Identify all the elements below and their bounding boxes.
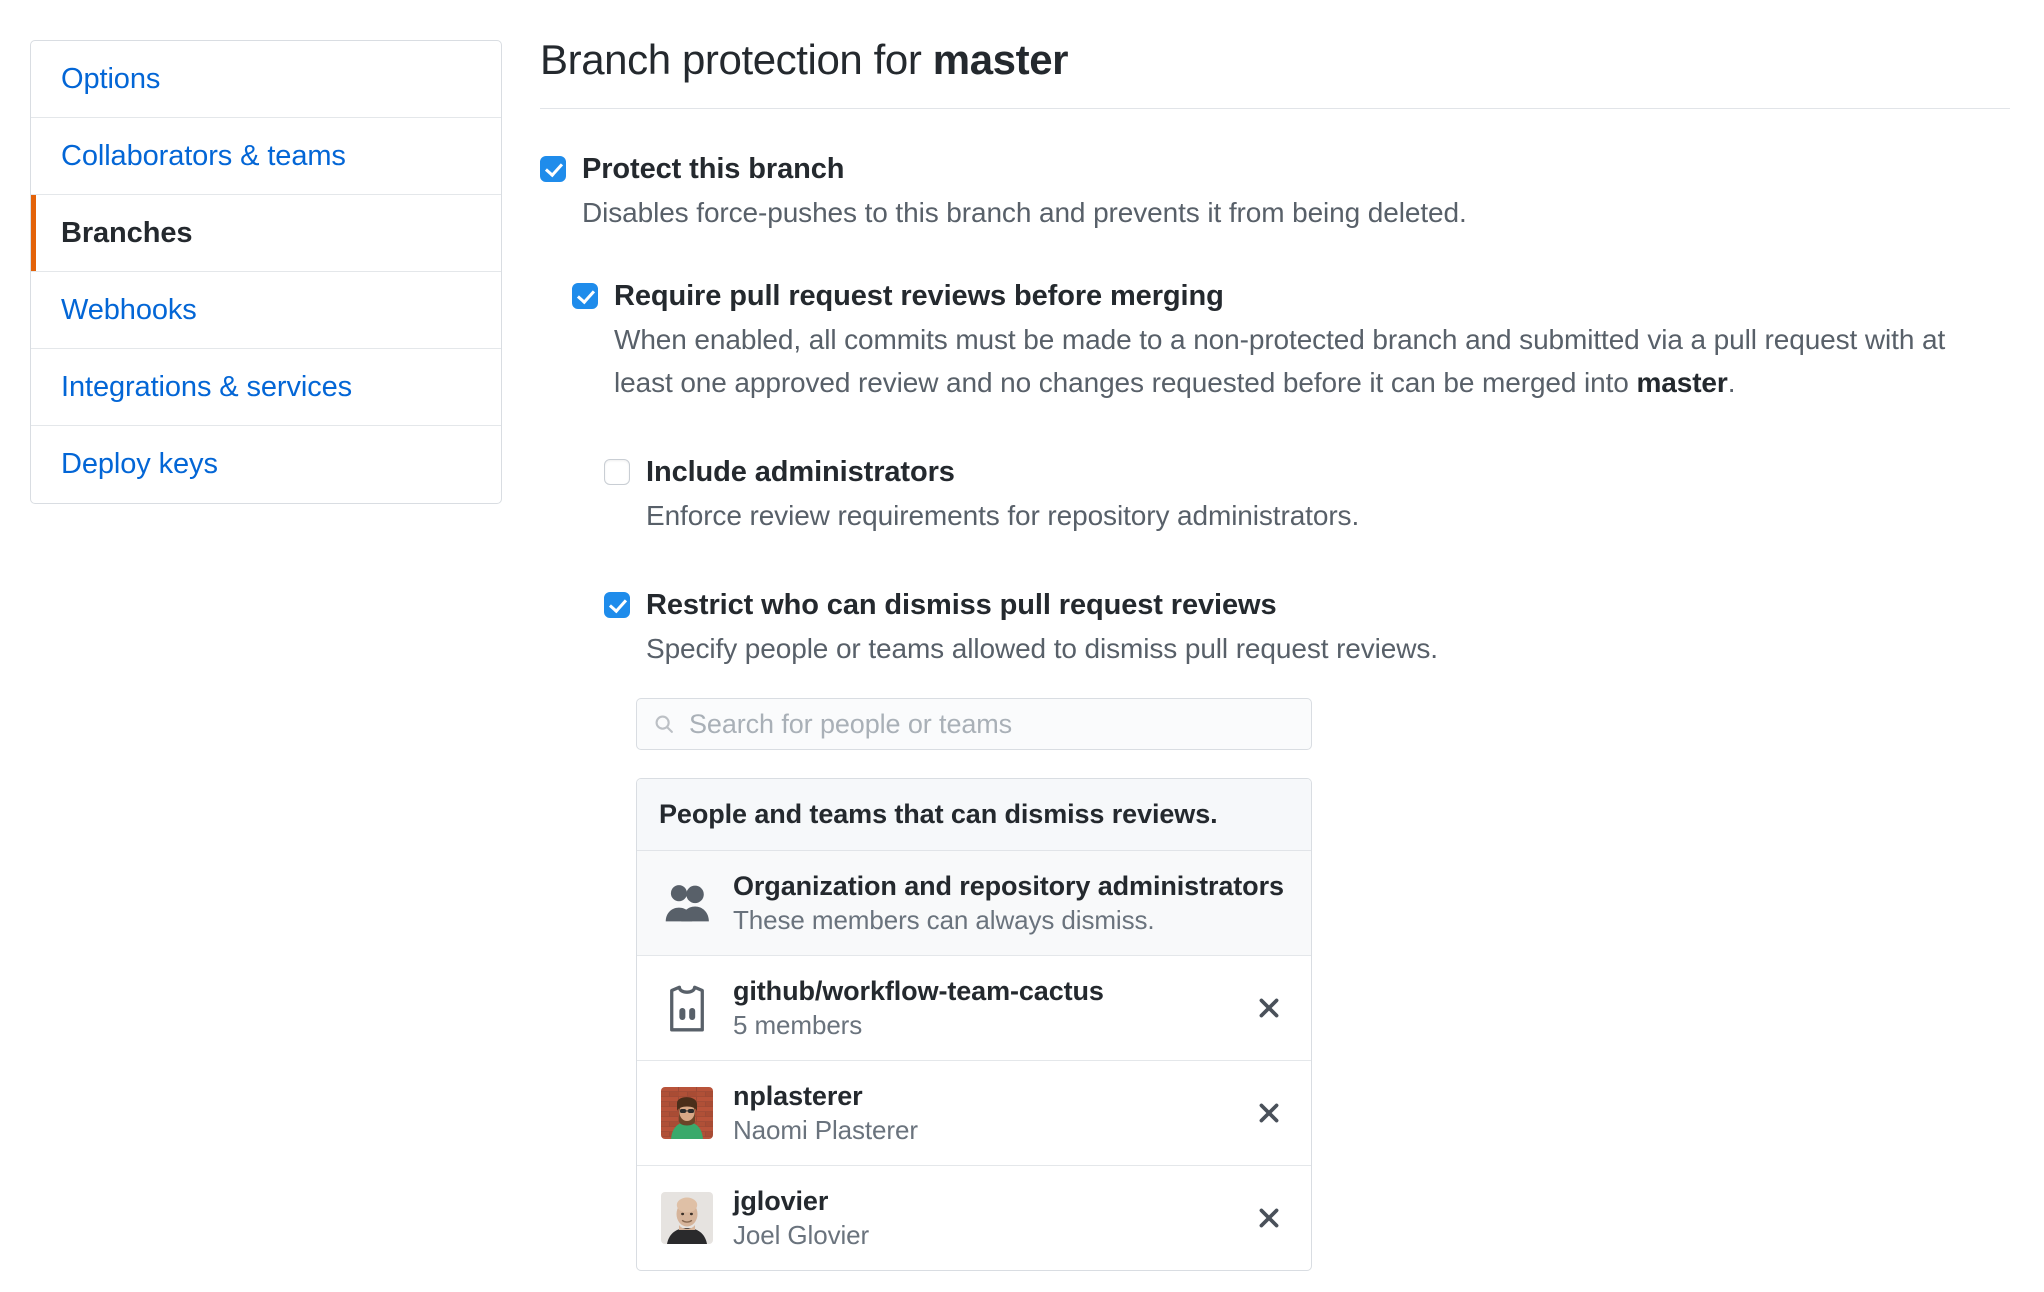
setting-include-administrators: Include administrators Enforce review re…	[604, 452, 2010, 537]
sidebar-item-label: Deploy keys	[61, 448, 218, 480]
setting-restrict-dismiss: Restrict who can dismiss pull request re…	[604, 585, 2010, 670]
list-item-subtitle: 5 members	[733, 1010, 863, 1040]
search-icon	[653, 713, 675, 735]
protect-branch-row[interactable]: Protect this branch	[540, 149, 2010, 189]
avatar	[659, 1087, 715, 1139]
restrict-dismiss-checkbox[interactable]	[604, 592, 630, 618]
list-item-title: github/workflow-team-cactus	[733, 976, 1104, 1006]
page-title: Branch protection for master	[540, 36, 2010, 108]
dismiss-reviews-list: People and teams that can dismiss review…	[636, 778, 1312, 1271]
avatar	[659, 1192, 715, 1244]
page-title-prefix: Branch protection for	[540, 36, 933, 83]
include-administrators-label: Include administrators	[646, 456, 955, 488]
dismiss-list-header: People and teams that can dismiss review…	[637, 779, 1311, 851]
protect-branch-description: Disables force-pushes to this branch and…	[582, 197, 1467, 228]
list-item: github/workflow-team-cactus 5 members	[637, 956, 1311, 1061]
include-administrators-checkbox[interactable]	[604, 459, 630, 485]
list-item-title: jglovier	[733, 1186, 829, 1216]
require-reviews-row[interactable]: Require pull request reviews before merg…	[572, 276, 2010, 316]
restrict-dismiss-row[interactable]: Restrict who can dismiss pull request re…	[604, 585, 2010, 625]
list-item-text: nplasterer Naomi Plasterer	[733, 1079, 1237, 1147]
list-item-subtitle: Naomi Plasterer	[733, 1115, 918, 1145]
list-item-text: jglovier Joel Glovier	[733, 1184, 1237, 1252]
page-title-branch: master	[932, 36, 1069, 83]
people-teams-search[interactable]	[636, 698, 1312, 750]
sidebar-item-webhooks[interactable]: Webhooks	[31, 272, 501, 349]
require-reviews-label: Require pull request reviews before merg…	[614, 280, 1224, 312]
sidebar-item-options[interactable]: Options	[31, 41, 501, 118]
require-reviews-description-part1: When enabled, all commits must be made t…	[614, 324, 1946, 398]
remove-user-button[interactable]	[1249, 1093, 1289, 1133]
require-reviews-description-branch: master	[1636, 367, 1728, 398]
list-item-title: Organization and repository administrato…	[733, 871, 1284, 901]
settings-sidebar: Options Collaborators & teams Branches W…	[30, 40, 502, 504]
sidebar-item-deploy-keys[interactable]: Deploy keys	[31, 426, 501, 503]
list-item-text: Organization and repository administrato…	[733, 869, 1289, 937]
list-item-subtitle: These members can always dismiss.	[733, 905, 1155, 935]
sidebar-item-integrations-services[interactable]: Integrations & services	[31, 349, 501, 426]
sidebar-item-collaborators-teams[interactable]: Collaborators & teams	[31, 118, 501, 195]
main-content: Branch protection for master Protect thi…	[540, 36, 2010, 1271]
sidebar-item-branches[interactable]: Branches	[31, 195, 501, 272]
restrict-dismiss-description: Specify people or teams allowed to dismi…	[646, 633, 1438, 664]
require-reviews-description: When enabled, all commits must be made t…	[614, 318, 2010, 404]
restrict-dismiss-label: Restrict who can dismiss pull request re…	[646, 589, 1277, 621]
list-item-text: github/workflow-team-cactus 5 members	[733, 974, 1237, 1042]
require-reviews-checkbox[interactable]	[572, 283, 598, 309]
remove-user-button[interactable]	[1249, 1198, 1289, 1238]
avatar-image	[661, 1192, 713, 1244]
sidebar-item-label: Branches	[61, 216, 193, 249]
sidebar-item-label: Webhooks	[61, 293, 197, 326]
sidebar-item-label: Options	[61, 62, 161, 95]
jersey-icon	[659, 984, 715, 1032]
title-divider	[540, 108, 2010, 109]
branch-protection-page: Options Collaborators & teams Branches W…	[0, 0, 2044, 1292]
list-item: nplasterer Naomi Plasterer	[637, 1061, 1311, 1166]
setting-protect-branch: Protect this branch Disables force-pushe…	[540, 149, 2010, 234]
list-item-title: nplasterer	[733, 1081, 863, 1111]
avatar-image	[661, 1087, 713, 1139]
remove-team-button[interactable]	[1249, 988, 1289, 1028]
include-administrators-row[interactable]: Include administrators	[604, 452, 2010, 492]
list-item: jglovier Joel Glovier	[637, 1166, 1311, 1270]
protect-branch-checkbox[interactable]	[540, 156, 566, 182]
search-input[interactable]	[687, 707, 1295, 741]
list-item: Organization and repository administrato…	[637, 851, 1311, 956]
sidebar-item-label: Collaborators & teams	[61, 139, 346, 172]
list-item-subtitle: Joel Glovier	[733, 1220, 870, 1250]
include-administrators-description: Enforce review requirements for reposito…	[646, 500, 1360, 531]
setting-require-reviews: Require pull request reviews before merg…	[572, 276, 2010, 404]
require-reviews-description-part2: .	[1727, 367, 1736, 398]
protect-branch-label: Protect this branch	[582, 153, 845, 185]
people-icon	[659, 879, 715, 927]
sidebar-item-label: Integrations & services	[61, 370, 353, 403]
